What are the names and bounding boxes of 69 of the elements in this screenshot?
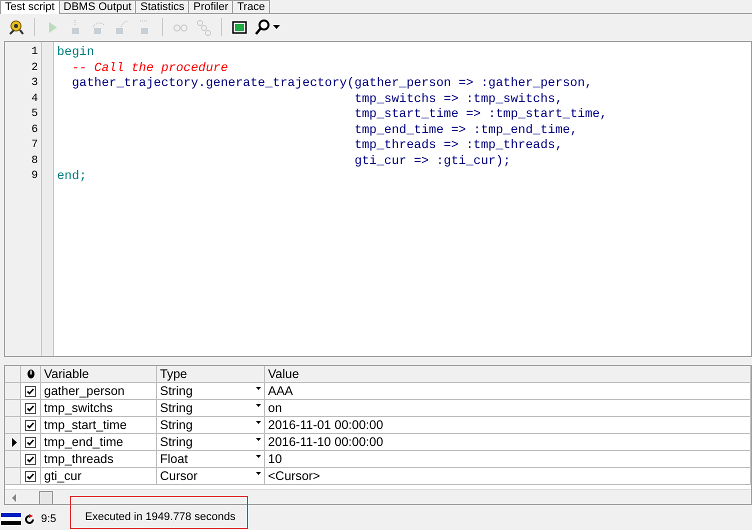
type-value[interactable]: String xyxy=(160,434,193,450)
checkbox[interactable] xyxy=(25,420,36,430)
variable-value[interactable]: <Cursor> xyxy=(268,469,320,483)
type-value[interactable]: String xyxy=(160,417,193,433)
checkbox[interactable] xyxy=(25,454,36,464)
current-row-icon xyxy=(12,438,16,446)
line-number: 9 xyxy=(31,170,38,182)
line-number: 5 xyxy=(31,108,38,120)
checkbox[interactable] xyxy=(25,436,36,448)
line-number: 6 xyxy=(31,124,38,136)
dropdown-icon[interactable] xyxy=(256,387,261,390)
code-text: begin xyxy=(57,45,94,59)
code-text: tmp_threads => :tmp_threads, xyxy=(354,138,563,152)
line-number: 1 xyxy=(31,46,38,58)
line-number: 3 xyxy=(31,77,38,89)
variable-name: tmp_start_time xyxy=(44,418,127,432)
dropdown-icon[interactable] xyxy=(256,472,261,475)
flag-icon xyxy=(1,513,21,526)
variable-value[interactable]: AAA xyxy=(268,384,294,398)
variable-name: gather_person xyxy=(44,384,125,398)
scroll-left-icon[interactable] xyxy=(11,494,17,502)
column-header[interactable]: Type xyxy=(160,367,188,381)
code-text: end; xyxy=(57,169,87,183)
type-value[interactable]: String xyxy=(160,400,193,416)
code-text: tmp_start_time => :tmp_start_time, xyxy=(354,107,608,121)
code-text: tmp_switchs => :tmp_switchs, xyxy=(354,92,563,106)
dropdown-icon[interactable] xyxy=(256,438,261,441)
cursor-position: 9:5 xyxy=(41,512,58,528)
dropdown-icon[interactable] xyxy=(256,421,261,424)
type-value[interactable]: Float xyxy=(160,451,188,467)
variable-name: tmp_end_time xyxy=(44,435,124,449)
column-header[interactable]: Value xyxy=(268,367,300,381)
tab[interactable]: Profiler xyxy=(188,0,234,13)
code-text: tmp_end_time => :tmp_end_time, xyxy=(354,122,578,136)
column-header[interactable]: Variable xyxy=(44,367,89,381)
tab[interactable]: Test script xyxy=(0,0,60,14)
variable-name: gti_cur xyxy=(44,469,82,483)
tab[interactable]: Trace xyxy=(232,0,270,13)
variable-value[interactable]: 10 xyxy=(268,452,282,466)
row-header[interactable] xyxy=(5,434,21,450)
code-text: -- Call the procedure xyxy=(72,60,228,74)
type-value[interactable]: Cursor xyxy=(160,468,198,484)
checkbox[interactable] xyxy=(25,470,36,482)
code-text: gti_cur => :gti_cur); xyxy=(354,154,511,168)
variable-value[interactable]: on xyxy=(268,401,282,415)
line-number: 7 xyxy=(31,139,38,151)
line-number: 2 xyxy=(31,62,38,74)
checkbox[interactable] xyxy=(25,386,36,396)
monitor-icon[interactable] xyxy=(231,18,248,36)
refresh-icon xyxy=(24,514,35,525)
checked-column-icon xyxy=(26,369,34,379)
dropdown-icon[interactable] xyxy=(256,404,261,407)
search-icon[interactable] xyxy=(254,18,271,36)
variable-value[interactable]: 2016-11-01 00:00:00 xyxy=(268,418,384,432)
code-text: gather_trajectory.generate_trajectory(gather_person => :gather_person, xyxy=(72,76,592,90)
type-value[interactable]: String xyxy=(160,383,193,399)
caret-icon[interactable] xyxy=(273,25,280,29)
tab[interactable]: Statistics xyxy=(135,0,190,13)
line-number: 4 xyxy=(31,92,38,104)
scroll-thumb[interactable] xyxy=(39,491,53,504)
checkbox[interactable] xyxy=(25,402,36,414)
status-message: Executed in 1949.778 seconds xyxy=(70,496,248,529)
tab[interactable]: DBMS Output xyxy=(58,0,136,13)
dropdown-icon[interactable] xyxy=(256,455,261,458)
variable-value[interactable]: 2016-11-10 00:00:00 xyxy=(268,435,384,449)
horizontal-scrollbar[interactable] xyxy=(5,489,751,504)
line-number: 8 xyxy=(31,154,38,166)
variable-name: tmp_switchs xyxy=(44,401,113,415)
variable-name: tmp_threads xyxy=(44,452,114,466)
